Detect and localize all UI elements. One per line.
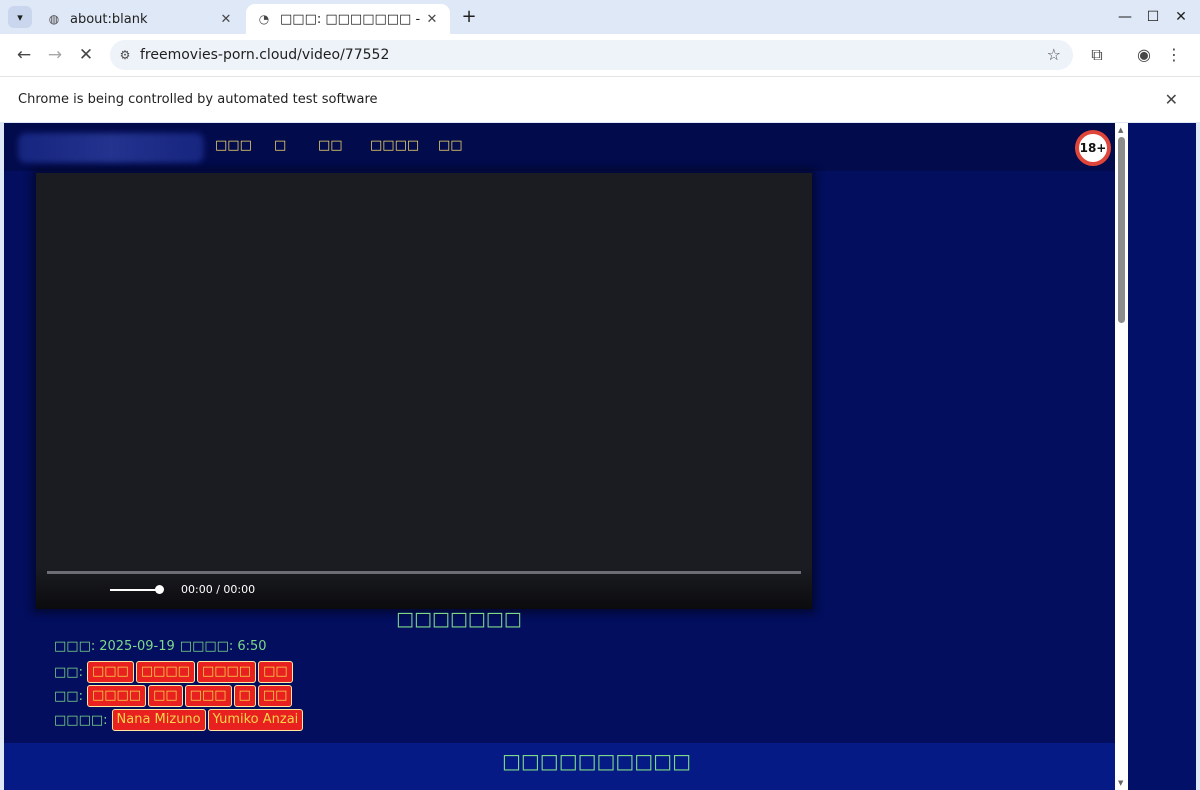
volume-knob[interactable]: [155, 585, 164, 594]
tab-title: about:blank: [70, 11, 148, 27]
address-bar[interactable]: ⚙ freemovies-porn.cloud/video/77552 ☆: [110, 40, 1073, 70]
tab-close-icon[interactable]: ✕: [218, 12, 234, 27]
scroll-up-arrow-icon[interactable]: ▲: [1118, 126, 1123, 134]
actor-chip[interactable]: Yumiko Anzai: [207, 709, 304, 731]
nav-link-1[interactable]: □□□: [215, 138, 252, 153]
tag-chip[interactable]: □□: [257, 685, 293, 707]
menu-kebab-icon[interactable]: ⋮: [1163, 44, 1185, 66]
window-close-button[interactable]: ✕: [1170, 6, 1192, 28]
automation-infobar: Chrome is being controlled by automated …: [0, 76, 1200, 122]
related-section-title: □□□□□□□□□□: [502, 749, 691, 773]
tab-title: □□□: □□□□□□□ - FreeMovies: [280, 11, 424, 27]
tags-label: □□:: [54, 688, 83, 704]
infobar-message: Chrome is being controlled by automated …: [18, 92, 378, 107]
video-title: □□□□□□□: [396, 608, 522, 630]
tags-row: □□: □□□□ □□ □□□ □ □□: [54, 685, 294, 707]
tab-strip: ▾ ◍ about:blank ✕ ◔ □□□: □□□□□□□ - FreeM…: [0, 0, 1200, 34]
category-chip[interactable]: □□□□: [196, 661, 257, 683]
url-text: freemovies-porn.cloud/video/77552: [140, 47, 390, 63]
stop-loading-button[interactable]: ✕: [73, 42, 99, 68]
nav-link-2[interactable]: □: [274, 138, 286, 153]
site-logo[interactable]: [18, 133, 204, 163]
tab-about-blank[interactable]: ◍ about:blank ✕: [36, 4, 244, 34]
category-chip[interactable]: □□□□: [135, 661, 195, 683]
new-tab-button[interactable]: +: [458, 6, 480, 28]
extensions-icon[interactable]: ⧉: [1086, 44, 1108, 66]
tag-chip[interactable]: □: [233, 685, 256, 707]
upload-date: 2025-09-19: [99, 639, 175, 654]
profile-icon[interactable]: ◉: [1133, 44, 1155, 66]
video-player[interactable]: 00:00 / 00:00: [36, 173, 812, 609]
infobar-close-icon[interactable]: ✕: [1165, 90, 1178, 109]
page-scrollbar[interactable]: ▲ ▼: [1115, 123, 1128, 790]
forward-button[interactable]: →: [42, 42, 68, 68]
nav-link-5[interactable]: □□: [438, 138, 463, 153]
nav-link-4[interactable]: □□□□: [370, 138, 419, 153]
tab-search-button[interactable]: ▾: [8, 6, 32, 28]
categories-row: □□: □□□ □□□□ □□□□ □□: [54, 661, 295, 683]
tag-chip[interactable]: □□□□: [86, 685, 147, 707]
tag-chip[interactable]: □□: [148, 685, 183, 707]
page-right-margin: [1128, 123, 1196, 790]
minimize-button[interactable]: —: [1114, 6, 1136, 28]
duration-label: □□□□:: [179, 639, 234, 654]
category-chip[interactable]: □□□: [86, 661, 134, 683]
progress-bar[interactable]: [47, 571, 801, 574]
category-chip[interactable]: □□: [258, 661, 293, 683]
tab-freemovies[interactable]: ◔ □□□: □□□□□□□ - FreeMovies ✕: [246, 4, 450, 34]
date-label: □□□:: [54, 639, 96, 654]
bookmark-star-icon[interactable]: ☆: [1047, 45, 1061, 64]
toolbar: ← → ✕ ⚙ freemovies-porn.cloud/video/7755…: [0, 34, 1200, 76]
loading-icon: ◔: [258, 12, 270, 26]
page-content: □□□ □ □□ □□□□ □□ 18+ 00:00 / 00:00 □□□□□…: [4, 123, 1115, 790]
actor-chip[interactable]: Nana Mizuno: [111, 709, 206, 731]
time-display: 00:00 / 00:00: [181, 583, 256, 596]
actors-row: □□□□: Nana Mizuno Yumiko Anzai: [54, 709, 305, 731]
scrollbar-thumb[interactable]: [1118, 137, 1125, 323]
tab-close-icon[interactable]: ✕: [424, 12, 440, 27]
actors-label: □□□□:: [54, 712, 108, 728]
globe-icon: ◍: [48, 12, 60, 26]
categories-label: □□:: [54, 664, 83, 680]
age-18-badge: 18+: [1075, 130, 1111, 166]
back-button[interactable]: ←: [11, 42, 37, 68]
maximize-button[interactable]: ☐: [1142, 6, 1164, 28]
scroll-down-arrow-icon[interactable]: ▼: [1118, 779, 1123, 787]
site-info-icon[interactable]: ⚙: [110, 48, 140, 62]
date-duration-row: □□□: 2025-09-19 □□□□: 6:50: [54, 639, 267, 654]
tag-chip[interactable]: □□□: [184, 685, 232, 707]
volume-slider[interactable]: [110, 589, 158, 591]
duration: 6:50: [237, 639, 267, 654]
browser-window: ▾ ◍ about:blank ✕ ◔ □□□: □□□□□□□ - FreeM…: [0, 0, 1200, 790]
site-header: □□□ □ □□ □□□□ □□ 18+: [4, 123, 1115, 171]
nav-link-3[interactable]: □□: [318, 138, 343, 153]
page-viewport: □□□ □ □□ □□□□ □□ 18+ 00:00 / 00:00 □□□□□…: [4, 123, 1196, 790]
